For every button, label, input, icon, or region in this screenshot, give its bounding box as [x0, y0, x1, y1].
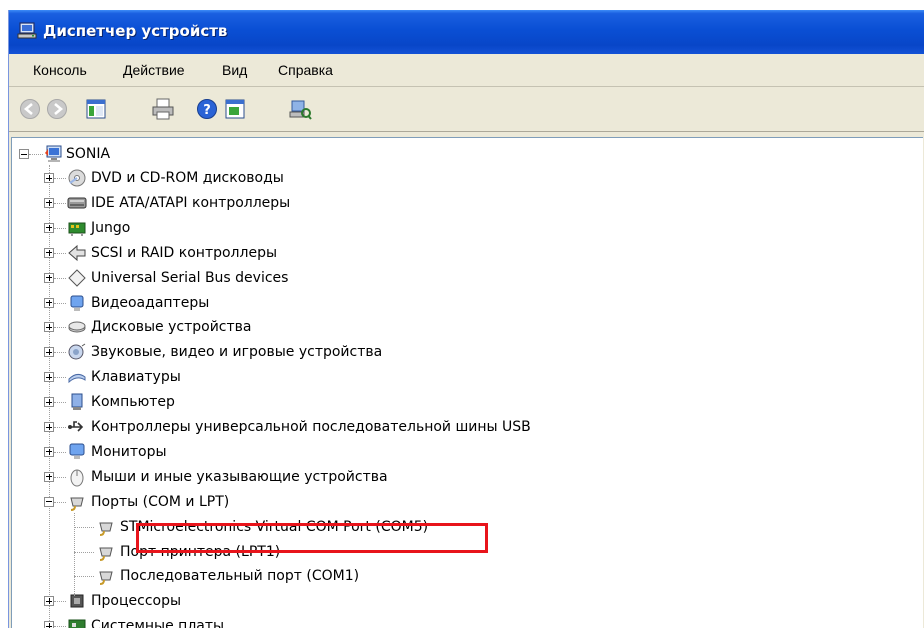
menu-help[interactable]: Справка	[278, 62, 333, 78]
expand-toggle-motherboards[interactable]	[44, 621, 54, 628]
disk-drives-icon	[68, 321, 86, 333]
tree-item-usb-controllers[interactable]: Контроллеры универсальной последовательн…	[91, 415, 531, 439]
tree-item-processors[interactable]: Процессоры	[91, 589, 181, 613]
monitors-icon	[69, 443, 85, 459]
port-device-icon	[99, 571, 113, 586]
expand-toggle-processors[interactable]	[44, 596, 54, 607]
menu-bar: Консоль Действие Вид Справка	[9, 54, 924, 87]
port-device-icon	[99, 547, 113, 561]
motherboards-icon	[68, 619, 86, 628]
tree-item-dvd-cdrom[interactable]: DVD и CD-ROM дисководы	[91, 166, 284, 190]
tree-root-label[interactable]: SONIA	[66, 142, 110, 166]
collapse-root-toggle[interactable]	[19, 149, 29, 159]
tree-item-sound-video-game[interactable]: Звуковые, видео и игровые устройства	[91, 340, 382, 364]
computer-icon	[71, 393, 83, 411]
tree-item-scsi-raid[interactable]: SCSI и RAID контроллеры	[91, 241, 277, 265]
print-icon[interactable]	[151, 97, 175, 121]
expand-toggle-ide-ata[interactable]	[44, 197, 54, 208]
tree-item-disk-drives[interactable]: Дисковые устройства	[91, 315, 252, 339]
keyboards-icon	[68, 374, 86, 384]
expand-toggle-mice[interactable]	[44, 471, 54, 482]
tree-item-mice[interactable]: Мыши и иные указывающие устройства	[91, 465, 388, 489]
tree-item-video-adapters[interactable]: Видеоадаптеры	[91, 291, 209, 315]
expand-toggle-dvd-cdrom[interactable]	[44, 173, 54, 183]
back-icon[interactable]	[18, 97, 42, 121]
menu-view[interactable]: Вид	[222, 62, 247, 78]
ide-ata-icon	[67, 197, 87, 209]
show-hide-tree-icon[interactable]	[84, 97, 108, 121]
mice-icon	[70, 469, 84, 487]
scsi-raid-icon	[68, 244, 86, 261]
device-manager-window: Диспетчер устройств Консоль Действие Вид…	[8, 10, 924, 628]
title-bar[interactable]: Диспетчер устройств	[9, 10, 924, 54]
device-tree-pane[interactable]: SONIA DVD и CD-ROM дисководы IDE ATA/ATAP…	[11, 137, 924, 628]
tree-item-serial-port-com1[interactable]: Последовательный порт (COM1)	[120, 564, 359, 588]
expand-toggle-computer[interactable]	[44, 397, 54, 408]
computer-icon	[45, 145, 62, 162]
device-tree: SONIA DVD и CD-ROM дисководы IDE ATA/ATAP…	[12, 138, 924, 628]
expand-toggle-scsi-raid[interactable]	[44, 247, 54, 258]
highlight-box	[136, 523, 488, 553]
usb-controllers-icon	[68, 421, 84, 432]
sound-video-game-icon	[68, 343, 86, 360]
menu-action[interactable]: Действие	[123, 62, 185, 78]
help-icon[interactable]: ?	[195, 97, 219, 121]
port-device-icon	[99, 522, 113, 536]
svg-text:?: ?	[203, 103, 211, 118]
expand-toggle-jungo[interactable]	[44, 222, 54, 233]
tree-item-motherboards[interactable]: Системные платы	[91, 614, 224, 628]
expand-toggle-keyboards[interactable]	[44, 372, 54, 383]
properties-icon[interactable]	[223, 97, 247, 121]
expand-toggle-usb-controllers[interactable]	[44, 422, 54, 432]
collapse-toggle-ports[interactable]	[44, 496, 54, 507]
expand-toggle-disk-drives[interactable]	[44, 322, 54, 333]
scan-hardware-icon[interactable]	[288, 97, 312, 121]
device-manager-icon	[17, 22, 37, 39]
ports-icon	[70, 497, 84, 511]
forward-icon[interactable]	[45, 97, 69, 121]
expand-toggle-sound-video-game[interactable]	[44, 347, 54, 358]
tree-item-ide-ata[interactable]: IDE ATA/ATAPI контроллеры	[91, 191, 290, 215]
expand-toggle-monitors[interactable]	[44, 446, 54, 457]
video-adapters-icon	[70, 295, 84, 311]
jungo-icon	[68, 222, 86, 236]
window-title: Диспетчер устройств	[43, 22, 228, 40]
tree-item-keyboards[interactable]: Клавиатуры	[91, 365, 181, 389]
dvd-cdrom-icon	[68, 169, 86, 187]
tree-item-jungo[interactable]: Jungo	[91, 216, 130, 240]
tree-item-computer[interactable]: Компьютер	[91, 390, 175, 414]
tree-item-usb-devices[interactable]: Universal Serial Bus devices	[91, 266, 288, 290]
expand-toggle-video-adapters[interactable]	[44, 297, 54, 308]
tree-item-monitors[interactable]: Мониторы	[91, 440, 167, 464]
toolbar: ?	[9, 87, 924, 132]
processors-icon	[70, 594, 84, 608]
usb-devices-icon	[68, 268, 86, 287]
menu-console[interactable]: Консоль	[33, 62, 87, 78]
tree-item-ports[interactable]: Порты (COM и LPT)	[91, 490, 229, 514]
expand-toggle-usb-devices[interactable]	[44, 272, 54, 283]
